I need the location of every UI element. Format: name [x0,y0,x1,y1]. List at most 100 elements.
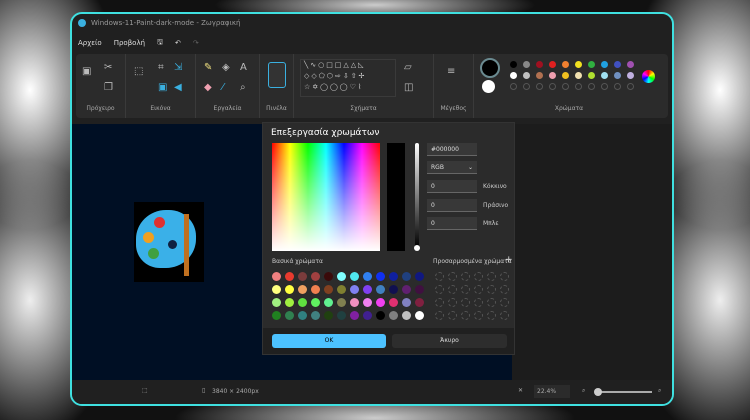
basic-color-swatch[interactable] [298,285,307,294]
resize-icon[interactable]: ⇲ [174,62,182,73]
basic-color-swatch[interactable] [350,298,359,307]
custom-color-slot[interactable] [461,298,470,307]
basic-color-swatch[interactable] [402,285,411,294]
primary-color[interactable] [480,58,500,78]
outline-icon[interactable]: ▱ [404,62,412,73]
empty-palette-slot[interactable] [601,83,608,90]
basic-color-swatch[interactable] [415,272,424,281]
custom-color-slot[interactable] [474,311,483,320]
basic-color-swatch[interactable] [337,272,346,281]
basic-color-swatch[interactable] [363,298,372,307]
basic-color-swatch[interactable] [350,311,359,320]
basic-color-swatch[interactable] [337,311,346,320]
empty-palette-slot[interactable] [627,83,634,90]
empty-palette-slot[interactable] [562,83,569,90]
basic-color-swatch[interactable] [324,272,333,281]
basic-color-swatch[interactable] [311,311,320,320]
empty-palette-slot[interactable] [588,83,595,90]
basic-color-swatch[interactable] [402,298,411,307]
palette-swatch[interactable] [510,61,517,68]
palette-swatch[interactable] [601,61,608,68]
palette-swatch[interactable] [601,72,608,79]
brightness-slider[interactable] [414,143,420,251]
zoom-in-icon[interactable]: ⌕ [658,387,661,395]
red-input[interactable]: 0 [427,180,477,193]
palette-swatch[interactable] [614,72,621,79]
cut-icon[interactable]: ✂ [104,62,112,73]
palette-swatch[interactable] [562,61,569,68]
palette-swatch[interactable] [627,61,634,68]
basic-color-swatch[interactable] [285,298,294,307]
basic-color-swatch[interactable] [402,311,411,320]
color-picker-icon[interactable]: ⁄ [222,82,224,93]
menu-file[interactable]: Αρχείο [78,39,102,47]
shapes-gallery[interactable]: ╲∿○□□△△◺ ◇◇⬠⬡⇨⇩⇧✢ ☆✡◯◯◯♡⌇ [300,59,396,97]
basic-color-swatch[interactable] [298,272,307,281]
basic-color-swatch[interactable] [376,311,385,320]
zoom-slider[interactable] [594,388,652,396]
custom-color-slot[interactable] [448,311,457,320]
custom-color-slot[interactable] [474,285,483,294]
basic-color-swatch[interactable] [376,298,385,307]
palette-swatch[interactable] [549,72,556,79]
custom-color-slot[interactable] [435,298,444,307]
custom-color-slot[interactable] [448,285,457,294]
empty-palette-slot[interactable] [536,83,543,90]
custom-color-slot[interactable] [500,272,509,281]
select-icon[interactable]: ⬚ [134,66,143,77]
basic-color-swatch[interactable] [311,272,320,281]
image-icon[interactable]: ▣ [158,82,167,93]
palette-swatch[interactable] [627,72,634,79]
menu-view[interactable]: Προβολή [114,39,145,47]
basic-color-swatch[interactable] [311,285,320,294]
basic-color-swatch[interactable] [376,285,385,294]
basic-color-swatch[interactable] [402,272,411,281]
basic-color-swatch[interactable] [350,285,359,294]
basic-color-swatch[interactable] [285,285,294,294]
basic-color-swatch[interactable] [285,272,294,281]
empty-palette-slot[interactable] [575,83,582,90]
magnifier-icon[interactable]: ⌕ [240,82,246,93]
basic-color-swatch[interactable] [272,298,281,307]
custom-color-slot[interactable] [448,272,457,281]
custom-color-slot[interactable] [461,272,470,281]
rotate-icon[interactable]: ◀ [174,82,182,93]
basic-color-swatch[interactable] [415,311,424,320]
custom-color-slot[interactable] [474,272,483,281]
empty-palette-slot[interactable] [614,83,621,90]
save-icon[interactable]: 🖫 [157,38,163,49]
basic-color-swatch[interactable] [272,285,281,294]
palette-swatch[interactable] [562,72,569,79]
eraser-icon[interactable]: ◆ [204,82,212,93]
color-mode-select[interactable]: RGB ⌄ [427,161,477,174]
basic-color-swatch[interactable] [363,272,372,281]
undo-icon[interactable]: ↶ [175,39,181,47]
custom-color-slot[interactable] [500,298,509,307]
palette-swatch[interactable] [588,72,595,79]
custom-color-slot[interactable] [461,311,470,320]
zoom-out-icon[interactable]: ⌕ [582,387,585,395]
add-custom-color-icon[interactable]: + [505,255,513,265]
basic-color-swatch[interactable] [415,285,424,294]
custom-color-slot[interactable] [435,285,444,294]
palette-swatch[interactable] [575,61,582,68]
palette-swatch[interactable] [549,61,556,68]
basic-color-swatch[interactable] [285,311,294,320]
basic-color-swatch[interactable] [324,285,333,294]
basic-color-swatch[interactable] [337,298,346,307]
fit-icon[interactable]: ✕ [518,387,523,394]
blue-input[interactable]: 0 [427,217,477,230]
palette-swatch[interactable] [588,61,595,68]
basic-color-swatch[interactable] [324,298,333,307]
size-icon[interactable]: ≡ [447,66,455,77]
custom-color-slot[interactable] [500,285,509,294]
green-input[interactable]: 0 [427,199,477,212]
palette-swatch[interactable] [510,72,517,79]
edit-colors-icon[interactable] [642,70,655,83]
custom-color-slot[interactable] [487,285,496,294]
custom-color-slot[interactable] [461,285,470,294]
basic-color-swatch[interactable] [298,311,307,320]
basic-color-swatch[interactable] [415,298,424,307]
brush-icon[interactable] [268,62,286,88]
color-spectrum[interactable] [272,143,380,251]
